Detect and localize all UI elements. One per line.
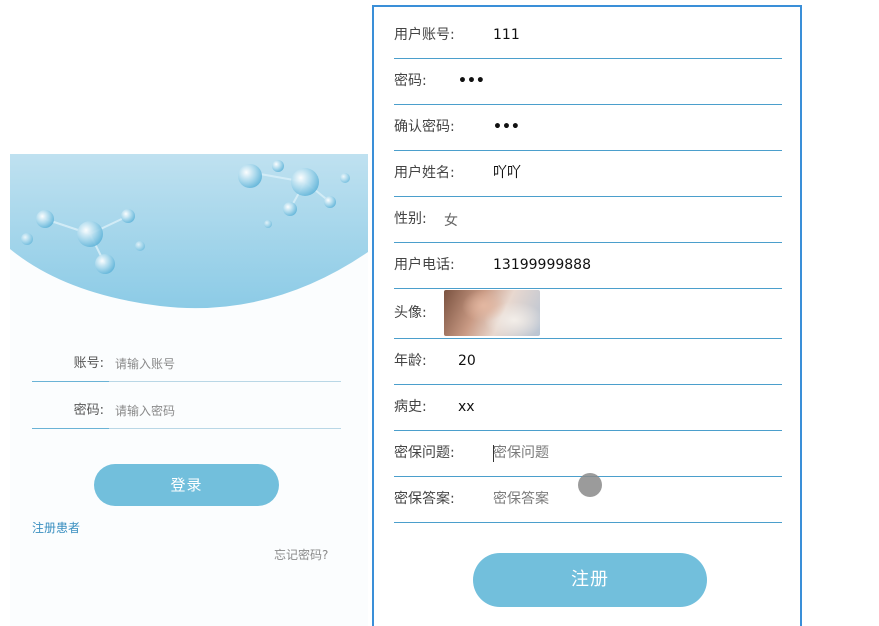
password-underline-accent xyxy=(32,428,109,429)
mouse-cursor-indicator xyxy=(578,473,602,497)
register-submit-button[interactable]: 注册 xyxy=(473,553,707,607)
login-header-banner xyxy=(10,154,368,309)
security-answer-input[interactable] xyxy=(493,486,713,512)
phone-label: 用户电话: xyxy=(394,257,455,273)
user-name-value[interactable]: 吖吖 xyxy=(493,150,521,196)
row-confirm-password: 确认密码: ••• xyxy=(394,104,782,151)
medical-history-value[interactable]: xx xyxy=(458,384,475,430)
password-label: 密码: xyxy=(73,403,104,418)
confirm-password-value[interactable]: ••• xyxy=(493,104,520,150)
row-password: 密码: ••• xyxy=(394,58,782,105)
gender-label: 性别: xyxy=(394,211,427,227)
account-label: 账号: xyxy=(73,356,104,371)
user-name-label: 用户姓名: xyxy=(394,165,455,181)
password-value[interactable]: ••• xyxy=(458,58,485,104)
account-field: 账号: xyxy=(32,347,341,382)
user-account-label: 用户账号: xyxy=(394,27,455,43)
security-answer-label: 密保答案: xyxy=(394,491,455,507)
login-panel: 账号: 密码: 登录 注册患者 忘记密码? xyxy=(10,154,368,626)
avatar-image[interactable] xyxy=(444,290,540,336)
password-input[interactable] xyxy=(115,394,330,428)
molecule-banner-image xyxy=(10,154,368,309)
row-user-name: 用户姓名: 吖吖 xyxy=(394,150,782,197)
row-gender: 性别: 女 xyxy=(394,196,782,243)
password-label: 密码: xyxy=(394,73,427,89)
age-label: 年龄: xyxy=(394,353,427,369)
login-button[interactable]: 登录 xyxy=(94,464,279,506)
security-question-input[interactable] xyxy=(493,440,713,466)
account-underline-accent xyxy=(32,381,109,382)
confirm-password-label: 确认密码: xyxy=(394,119,455,135)
phone-value[interactable]: 13199999888 xyxy=(493,242,591,288)
forgot-password-link[interactable]: 忘记密码? xyxy=(274,546,328,563)
gender-value[interactable]: 女 xyxy=(444,198,458,244)
row-user-account: 用户账号: 111 xyxy=(394,12,782,59)
user-account-value[interactable]: 111 xyxy=(493,12,520,58)
row-security-question: 密保问题: xyxy=(394,430,782,477)
security-question-label: 密保问题: xyxy=(394,445,455,461)
row-medical-history: 病史: xx xyxy=(394,384,782,431)
medical-history-label: 病史: xyxy=(394,399,427,415)
register-patient-link[interactable]: 注册患者 xyxy=(32,519,80,536)
account-input[interactable] xyxy=(115,347,330,381)
register-form-panel: 用户账号: 111 密码: ••• 确认密码: ••• 用户姓名: 吖吖 性别:… xyxy=(372,5,802,626)
row-phone: 用户电话: 13199999888 xyxy=(394,242,782,289)
row-avatar: 头像: xyxy=(394,288,782,339)
row-age: 年龄: 20 xyxy=(394,338,782,385)
text-caret xyxy=(493,445,494,462)
password-field: 密码: xyxy=(32,394,341,429)
avatar-label: 头像: xyxy=(394,305,427,321)
age-value[interactable]: 20 xyxy=(458,338,476,384)
